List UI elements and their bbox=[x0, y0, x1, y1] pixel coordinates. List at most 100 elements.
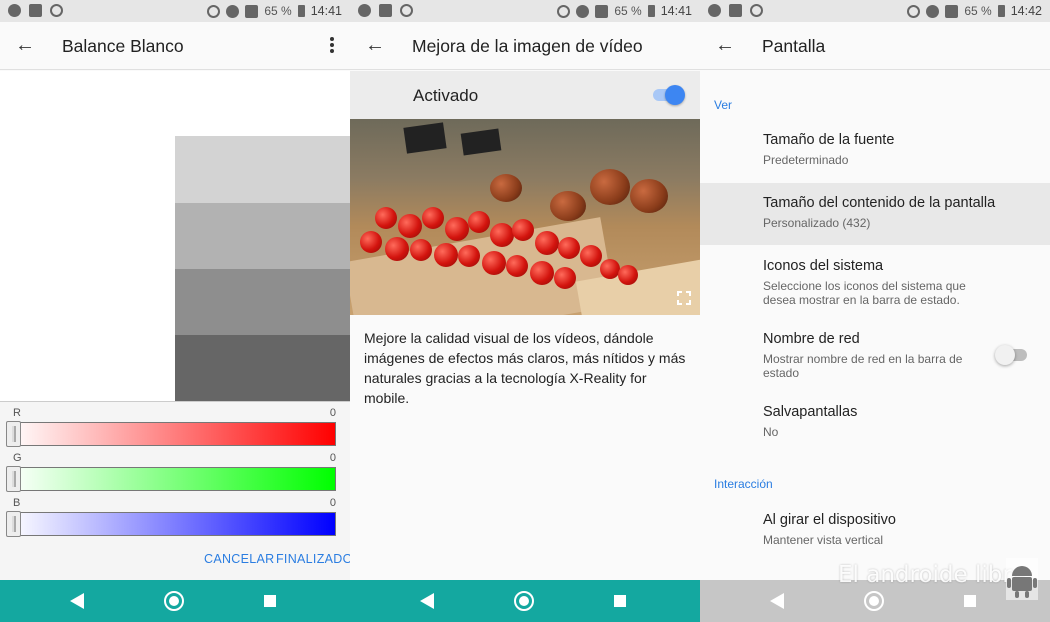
battery-percent: 65 % bbox=[264, 4, 292, 18]
image-icon bbox=[379, 4, 392, 17]
red-channel-value: 0 bbox=[329, 407, 336, 419]
done-button[interactable]: FINALIZADO bbox=[276, 552, 350, 566]
telegram-icon bbox=[358, 4, 371, 17]
nav-home-icon[interactable] bbox=[514, 591, 534, 611]
tomatoes-preview-image bbox=[350, 119, 700, 315]
green-slider-thumb[interactable] bbox=[6, 466, 21, 492]
item-subtitle: No bbox=[763, 425, 779, 439]
gray-swatch bbox=[175, 335, 350, 401]
watermark-text: El androide libre bbox=[838, 562, 1026, 588]
clock: 14:41 bbox=[310, 4, 342, 18]
chalk-sign bbox=[460, 128, 502, 156]
settings-item-system-icons[interactable]: Iconos del sistema Seleccione los iconos… bbox=[700, 246, 1050, 316]
battery-icon bbox=[997, 5, 1005, 17]
toggle-label: Activado bbox=[413, 86, 479, 105]
telegram-icon bbox=[8, 4, 21, 17]
alarm-icon bbox=[207, 4, 221, 18]
navigation-bar bbox=[350, 580, 700, 622]
activated-switch[interactable] bbox=[653, 85, 685, 105]
whatsapp-icon bbox=[50, 4, 63, 17]
item-subtitle: Seleccione los iconos del sistema que de… bbox=[763, 279, 966, 307]
nav-recents-icon[interactable] bbox=[964, 595, 976, 607]
settings-item-network-name[interactable]: Nombre de red Mostrar nombre de red en l… bbox=[700, 319, 1050, 391]
clock: 14:41 bbox=[660, 4, 692, 18]
gray-swatch bbox=[175, 203, 350, 269]
category-header-interaccion: Interacción bbox=[714, 477, 773, 491]
blue-channel-label: B bbox=[13, 497, 21, 509]
video-enhancement-screen: 65 % 14:41 ← Mejora de la imagen de víde… bbox=[350, 0, 700, 622]
settings-item-screensaver[interactable]: Salvapantallas No bbox=[700, 392, 1050, 454]
green-channel-value: 0 bbox=[329, 452, 336, 464]
nav-home-icon[interactable] bbox=[864, 591, 884, 611]
network-name-switch[interactable] bbox=[995, 345, 1027, 365]
screenshots-composite: 65 % 14:41 ← Balance Blanco R 0 G 0 B 0 … bbox=[0, 0, 1050, 622]
back-arrow-icon[interactable]: ← bbox=[364, 34, 386, 56]
battery-icon bbox=[647, 5, 655, 17]
red-slider-thumb[interactable] bbox=[6, 421, 21, 447]
page-title: Pantalla bbox=[762, 36, 826, 56]
nav-home-icon[interactable] bbox=[164, 591, 184, 611]
cancel-button[interactable]: CANCELAR bbox=[204, 552, 274, 566]
fullscreen-icon[interactable] bbox=[677, 291, 691, 305]
activated-toggle-row[interactable]: Activado bbox=[350, 71, 700, 119]
category-header-ver: Ver bbox=[714, 98, 733, 112]
page-title: Mejora de la imagen de vídeo bbox=[412, 36, 643, 56]
item-title: Nombre de red bbox=[763, 331, 860, 347]
white-balance-screen: 65 % 14:41 ← Balance Blanco R 0 G 0 B 0 … bbox=[0, 0, 350, 622]
status-bar: 65 % 14:42 bbox=[700, 0, 1050, 22]
blue-channel-value: 0 bbox=[329, 497, 336, 509]
red-slider-track[interactable] bbox=[8, 422, 336, 446]
battery-icon bbox=[297, 5, 305, 17]
red-channel-label: R bbox=[13, 407, 21, 419]
wifi-icon bbox=[576, 4, 590, 18]
signal-icon bbox=[945, 4, 959, 18]
status-bar: 65 % 14:41 bbox=[350, 0, 700, 22]
white-balance-preview bbox=[0, 71, 350, 401]
item-title: Al girar el dispositivo bbox=[763, 512, 896, 528]
battery-percent: 65 % bbox=[614, 4, 642, 18]
display-settings-screen: 65 % 14:42 ← Pantalla Ver Tamaño de la f… bbox=[700, 0, 1050, 622]
signal-icon bbox=[595, 4, 609, 18]
blue-slider-track[interactable] bbox=[8, 512, 336, 536]
item-title: Salvapantallas bbox=[763, 404, 858, 420]
app-bar: ← Mejora de la imagen de vídeo bbox=[350, 22, 700, 70]
item-title: Tamaño de la fuente bbox=[763, 132, 895, 148]
green-channel-label: G bbox=[13, 452, 22, 464]
app-bar: ← Pantalla bbox=[700, 22, 1050, 70]
settings-item-font-size[interactable]: Tamaño de la fuente Predeterminado bbox=[700, 120, 1050, 182]
settings-item-display-size[interactable]: Tamaño del contenido de la pantalla Pers… bbox=[700, 183, 1050, 245]
alarm-icon bbox=[557, 4, 571, 18]
item-subtitle: Personalizado (432) bbox=[763, 216, 871, 230]
nav-back-icon[interactable] bbox=[70, 593, 84, 609]
back-arrow-icon[interactable]: ← bbox=[714, 34, 736, 56]
telegram-icon bbox=[708, 4, 721, 17]
feature-description: Mejore la calidad visual de los vídeos, … bbox=[364, 330, 686, 406]
gray-swatch bbox=[175, 269, 350, 335]
app-bar: ← Balance Blanco bbox=[0, 22, 350, 70]
blue-slider-thumb[interactable] bbox=[6, 511, 21, 537]
item-subtitle: Mostrar nombre de red en la barra de est… bbox=[763, 352, 963, 380]
nav-back-icon[interactable] bbox=[420, 593, 434, 609]
image-icon bbox=[729, 4, 742, 17]
chalk-sign bbox=[403, 122, 447, 154]
back-arrow-icon[interactable]: ← bbox=[14, 34, 36, 56]
page-title: Balance Blanco bbox=[62, 36, 184, 56]
wifi-icon bbox=[226, 4, 240, 18]
alarm-icon bbox=[907, 4, 921, 18]
whatsapp-icon bbox=[400, 4, 413, 17]
wifi-icon bbox=[926, 4, 940, 18]
item-subtitle: Mantener vista vertical bbox=[763, 533, 884, 547]
clock: 14:42 bbox=[1010, 4, 1042, 18]
settings-item-auto-rotate[interactable]: Al girar el dispositivo Mantener vista v… bbox=[700, 500, 1050, 562]
overflow-menu-icon[interactable] bbox=[328, 35, 336, 57]
gray-swatch bbox=[175, 136, 350, 203]
android-logo-icon bbox=[1006, 558, 1038, 600]
battery-percent: 65 % bbox=[964, 4, 992, 18]
navigation-bar bbox=[0, 580, 350, 622]
nav-recents-icon[interactable] bbox=[614, 595, 626, 607]
item-subtitle: Predeterminado bbox=[763, 153, 849, 167]
nav-recents-icon[interactable] bbox=[264, 595, 276, 607]
item-title: Tamaño del contenido de la pantalla bbox=[763, 195, 996, 211]
green-slider-track[interactable] bbox=[8, 467, 336, 491]
nav-back-icon[interactable] bbox=[770, 593, 784, 609]
